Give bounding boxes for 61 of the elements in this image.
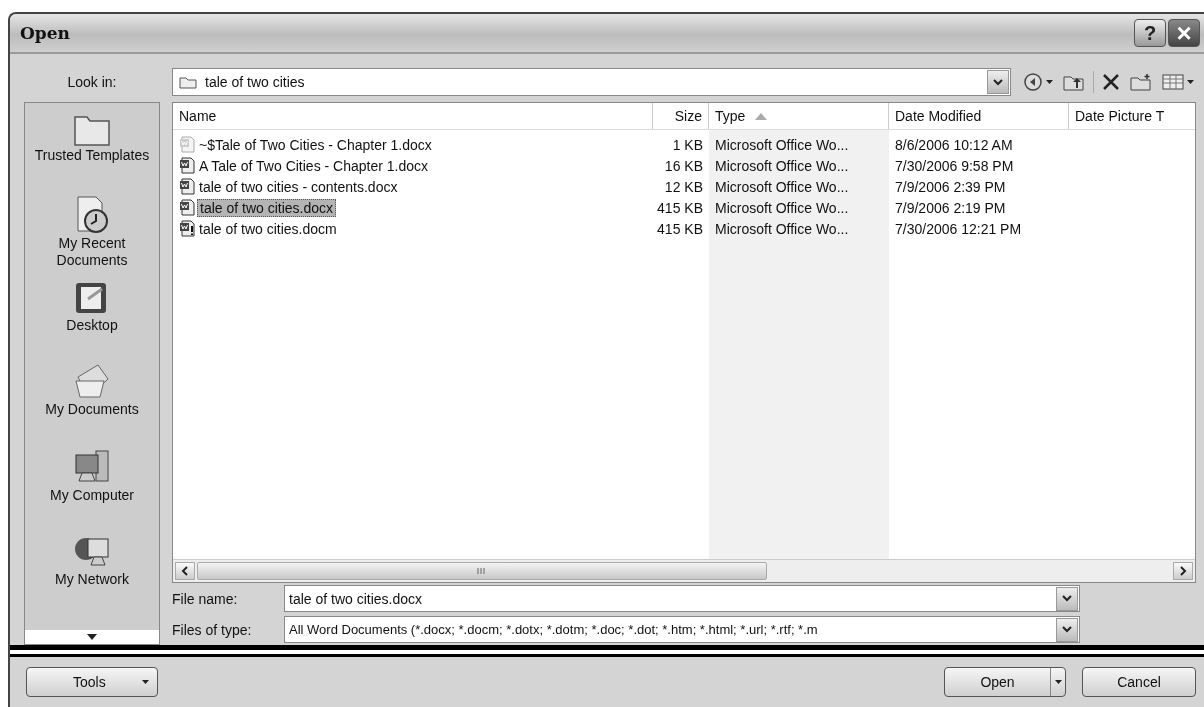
places-item[interactable]: My Computer <box>32 447 152 531</box>
table-cell-text: 7/9/2006 2:39 PM <box>894 178 1007 195</box>
faded-document-icon <box>179 136 196 153</box>
table-cell-text: 7/9/2006 2:19 PM <box>894 199 1007 216</box>
caret-icon <box>1050 668 1065 696</box>
scrollbar-thumb[interactable] <box>197 562 767 580</box>
look-in-dropdown[interactable]: tale of two cities <box>172 68 1011 96</box>
horizontal-scrollbar[interactable] <box>173 559 1195 582</box>
file-name[interactable]: tale of two cities.docx <box>197 198 337 217</box>
column-header[interactable]: Name <box>173 103 653 129</box>
back-button[interactable] <box>1021 70 1055 94</box>
places-item[interactable]: My Network <box>32 531 152 615</box>
file-type-dropdown[interactable]: All Word Documents (*.docx; *.docm; *.dotx; *.dotm; *.doc; *.dot; *.htm; *.html; *.url; *.rtf; *.m <box>284 616 1080 643</box>
table-cell-text: Microsoft Office Wo... <box>714 157 850 174</box>
scroll-left-icon <box>175 562 195 580</box>
file-name-label: File name: <box>172 590 239 607</box>
table-cell-text: 415 KB <box>656 220 704 237</box>
folder-icon <box>179 75 197 89</box>
column-header[interactable]: Size <box>653 103 709 129</box>
document-icon <box>179 157 196 174</box>
table-cell-text: Microsoft Office Wo... <box>714 178 850 195</box>
document-icon <box>179 199 196 216</box>
new-folder-button[interactable] <box>1128 71 1154 93</box>
file-name-field[interactable]: tale of two cities.docx <box>284 585 1080 612</box>
table-cell-text: Microsoft Office Wo... <box>714 199 850 216</box>
table-cell-text: 16 KB <box>663 157 704 174</box>
help-button[interactable]: ? <box>1134 19 1166 47</box>
close-button[interactable]: × <box>1168 19 1200 47</box>
window-title: Open <box>20 23 70 43</box>
table-cell-text: 415 KB <box>656 199 704 216</box>
views-button[interactable] <box>1160 71 1196 93</box>
file-type-label: Files of type: <box>172 621 253 638</box>
table-cell-text: Microsoft Office Wo... <box>714 136 850 153</box>
caret-icon <box>1046 80 1053 84</box>
places-item[interactable]: Desktop <box>32 279 152 363</box>
places-item[interactable]: My Documents <box>32 363 152 447</box>
places-item[interactable]: My Recent Documents <box>32 195 152 279</box>
look-in-label: Look in: <box>67 74 117 90</box>
column-header[interactable]: Date Modified <box>889 103 1069 129</box>
open-button[interactable]: Open <box>944 667 1066 697</box>
cancel-button[interactable]: Cancel <box>1082 667 1196 697</box>
caret-icon <box>142 680 149 684</box>
table-cell-text: 1 KB <box>671 136 704 153</box>
table-cell-text: 7/30/2006 12:21 PM <box>894 220 1023 237</box>
file-name[interactable]: ~$Tale of Two Cities - Chapter 1.docx <box>197 136 434 153</box>
table-cell-text: 7/30/2006 9:58 PM <box>894 157 1015 174</box>
table-cell-text: 8/6/2006 10:12 AM <box>894 136 1014 153</box>
document-icon <box>179 220 196 237</box>
scroll-right-icon <box>1173 562 1193 580</box>
document-icon <box>179 178 196 195</box>
places-item[interactable]: Trusted Templates <box>32 111 152 195</box>
column-header[interactable]: Type <box>709 103 889 129</box>
table-cell-text: 12 KB <box>663 178 704 195</box>
file-name[interactable]: tale of two cities.docm <box>197 220 339 237</box>
file-name[interactable]: A Tale of Two Cities - Chapter 1.docx <box>197 157 431 174</box>
down-arrow-icon <box>87 634 97 640</box>
table-cell-text: Microsoft Office Wo... <box>714 220 850 237</box>
tools-button[interactable]: Tools <box>26 667 158 697</box>
file-name[interactable]: tale of two cities - contents.docx <box>197 178 400 195</box>
caret-icon <box>1187 80 1194 84</box>
column-header[interactable]: Date Picture T <box>1069 103 1195 129</box>
